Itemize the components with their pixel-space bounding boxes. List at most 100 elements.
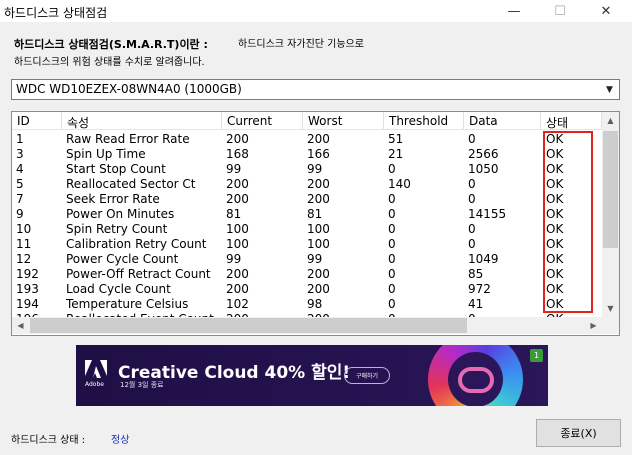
chevron-down-icon[interactable]: ▼ (601, 81, 618, 98)
cell-data: 0 (468, 237, 476, 251)
scroll-right-icon[interactable]: ▶ (585, 317, 602, 334)
column-header-status[interactable]: 상태 (541, 112, 602, 130)
cell-current: 102 (226, 297, 249, 311)
drive-select[interactable]: WDC WD10EZEX-08WN4A0 (1000GB) ▼ (11, 79, 620, 100)
cell-current: 99 (226, 252, 242, 266)
smart-definition-text: 하드디스크 자가진단 기능으로 (238, 39, 364, 50)
cell-attribute: Calibration Retry Count (66, 237, 207, 251)
table-row[interactable]: 5 Reallocated Sector Ct 200 200 140 0 OK (12, 177, 602, 192)
cell-current: 200 (226, 282, 249, 296)
cell-threshold: 140 (388, 177, 411, 191)
cell-id: 1 (16, 132, 24, 146)
cell-current: 200 (226, 192, 249, 206)
cell-attribute: Seek Error Rate (66, 192, 160, 206)
cell-attribute: Load Cycle Count (66, 282, 171, 296)
column-header-worst[interactable]: Worst (303, 112, 384, 130)
ad-buy-button[interactable]: 구매하기 (344, 367, 390, 384)
cell-threshold: 0 (388, 297, 396, 311)
cell-threshold: 0 (388, 267, 396, 281)
exit-button[interactable]: 종료(X) (536, 419, 621, 447)
cell-worst: 99 (307, 162, 323, 176)
cell-threshold: 0 (388, 192, 396, 206)
status-highlight-box (543, 131, 593, 313)
cell-worst: 100 (307, 222, 330, 236)
ad-subtext: 12월 3일 종료 (120, 381, 164, 389)
cell-current: 168 (226, 147, 249, 161)
scrollbar-corner (602, 317, 619, 334)
adobe-brand-label: Adobe (85, 381, 104, 388)
cell-data: 85 (468, 267, 484, 281)
disk-status-label: 하드디스크 상태 : (11, 435, 86, 446)
cell-current: 200 (226, 267, 249, 281)
table-row[interactable]: 4 Start Stop Count 99 99 0 1050 OK (12, 162, 602, 177)
cell-data: 972 (468, 282, 491, 296)
cell-threshold: 21 (388, 147, 404, 161)
cell-worst: 100 (307, 237, 330, 251)
cell-id: 4 (16, 162, 24, 176)
window-title: 하드디스크 상태점검 (4, 6, 108, 20)
cell-attribute: Raw Read Error Rate (66, 132, 190, 146)
drive-select-value: WDC WD10EZEX-08WN4A0 (1000GB) (16, 82, 242, 96)
cell-attribute: Spin Retry Count (66, 222, 168, 236)
vertical-scroll-thumb[interactable] (603, 131, 618, 248)
cell-data: 1050 (468, 162, 499, 176)
cell-attribute: Start Stop Count (66, 162, 166, 176)
cell-data: 0 (468, 222, 476, 236)
cell-threshold: 51 (388, 132, 404, 146)
column-header-id[interactable]: ID (12, 112, 62, 130)
table-row[interactable]: 12 Power Cycle Count 99 99 0 1049 OK (12, 252, 602, 267)
title-bar: 하드디스크 상태점검 — ☐ ✕ (0, 0, 632, 22)
cell-worst: 200 (307, 177, 330, 191)
table-row[interactable]: 10 Spin Retry Count 100 100 0 0 OK (12, 222, 602, 237)
horizontal-scrollbar[interactable]: ◀ ▶ (12, 317, 602, 334)
table-row[interactable]: 3 Spin Up Time 168 166 21 2566 OK (12, 147, 602, 162)
vertical-scrollbar[interactable]: ▲ ▼ (602, 112, 619, 317)
table-row[interactable]: 193 Load Cycle Count 200 200 0 972 OK (12, 282, 602, 297)
cell-current: 200 (226, 132, 249, 146)
cell-id: 5 (16, 177, 24, 191)
cell-threshold: 0 (388, 252, 396, 266)
cell-data: 0 (468, 132, 476, 146)
cell-id: 10 (16, 222, 32, 236)
ad-badge[interactable]: 1 (530, 349, 543, 362)
cell-id: 9 (16, 207, 24, 221)
cell-id: 3 (16, 147, 24, 161)
cell-attribute: Temperature Celsius (66, 297, 189, 311)
cell-data: 1049 (468, 252, 499, 266)
creative-cloud-icon (458, 367, 494, 393)
column-header-threshold[interactable]: Threshold (384, 112, 464, 130)
cell-id: 7 (16, 192, 24, 206)
cell-attribute: Spin Up Time (66, 147, 146, 161)
cell-current: 99 (226, 162, 242, 176)
cell-worst: 99 (307, 252, 323, 266)
table-row[interactable]: 7 Seek Error Rate 200 200 0 0 OK (12, 192, 602, 207)
table-row[interactable]: 192 Power-Off Retract Count 200 200 0 85 OK (12, 267, 602, 282)
cell-data: 14155 (468, 207, 507, 221)
column-header-attribute[interactable]: 속성 (62, 112, 222, 130)
table-row[interactable]: 1 Raw Read Error Rate 200 200 51 0 OK (12, 132, 602, 147)
close-window-button[interactable]: ✕ (583, 0, 629, 22)
cell-current: 81 (226, 207, 242, 221)
horizontal-scroll-thumb[interactable] (30, 318, 467, 333)
maximize-button[interactable]: ☐ (537, 0, 583, 22)
cell-current: 200 (226, 177, 249, 191)
cell-data: 0 (468, 192, 476, 206)
table-row[interactable]: 9 Power On Minutes 81 81 0 14155 OK (12, 207, 602, 222)
cell-threshold: 0 (388, 282, 396, 296)
scroll-left-icon[interactable]: ◀ (12, 317, 29, 334)
cell-worst: 200 (307, 192, 330, 206)
scroll-down-icon[interactable]: ▼ (602, 300, 619, 317)
table-row[interactable]: 194 Temperature Celsius 102 98 0 41 OK (12, 297, 602, 312)
cell-attribute: Reallocated Sector Ct (66, 177, 196, 191)
cell-threshold: 0 (388, 162, 396, 176)
ad-banner[interactable]: Adobe Creative Cloud 40% 할인! 12월 3일 종료 구… (76, 345, 548, 406)
cell-threshold: 0 (388, 207, 396, 221)
cell-worst: 98 (307, 297, 323, 311)
minimize-button[interactable]: — (491, 0, 537, 22)
table-row[interactable]: 11 Calibration Retry Count 100 100 0 0 OK (12, 237, 602, 252)
scroll-up-icon[interactable]: ▲ (602, 112, 619, 129)
column-header-data[interactable]: Data (464, 112, 541, 130)
cell-id: 12 (16, 252, 32, 266)
cell-current: 100 (226, 237, 249, 251)
column-header-current[interactable]: Current (222, 112, 303, 130)
